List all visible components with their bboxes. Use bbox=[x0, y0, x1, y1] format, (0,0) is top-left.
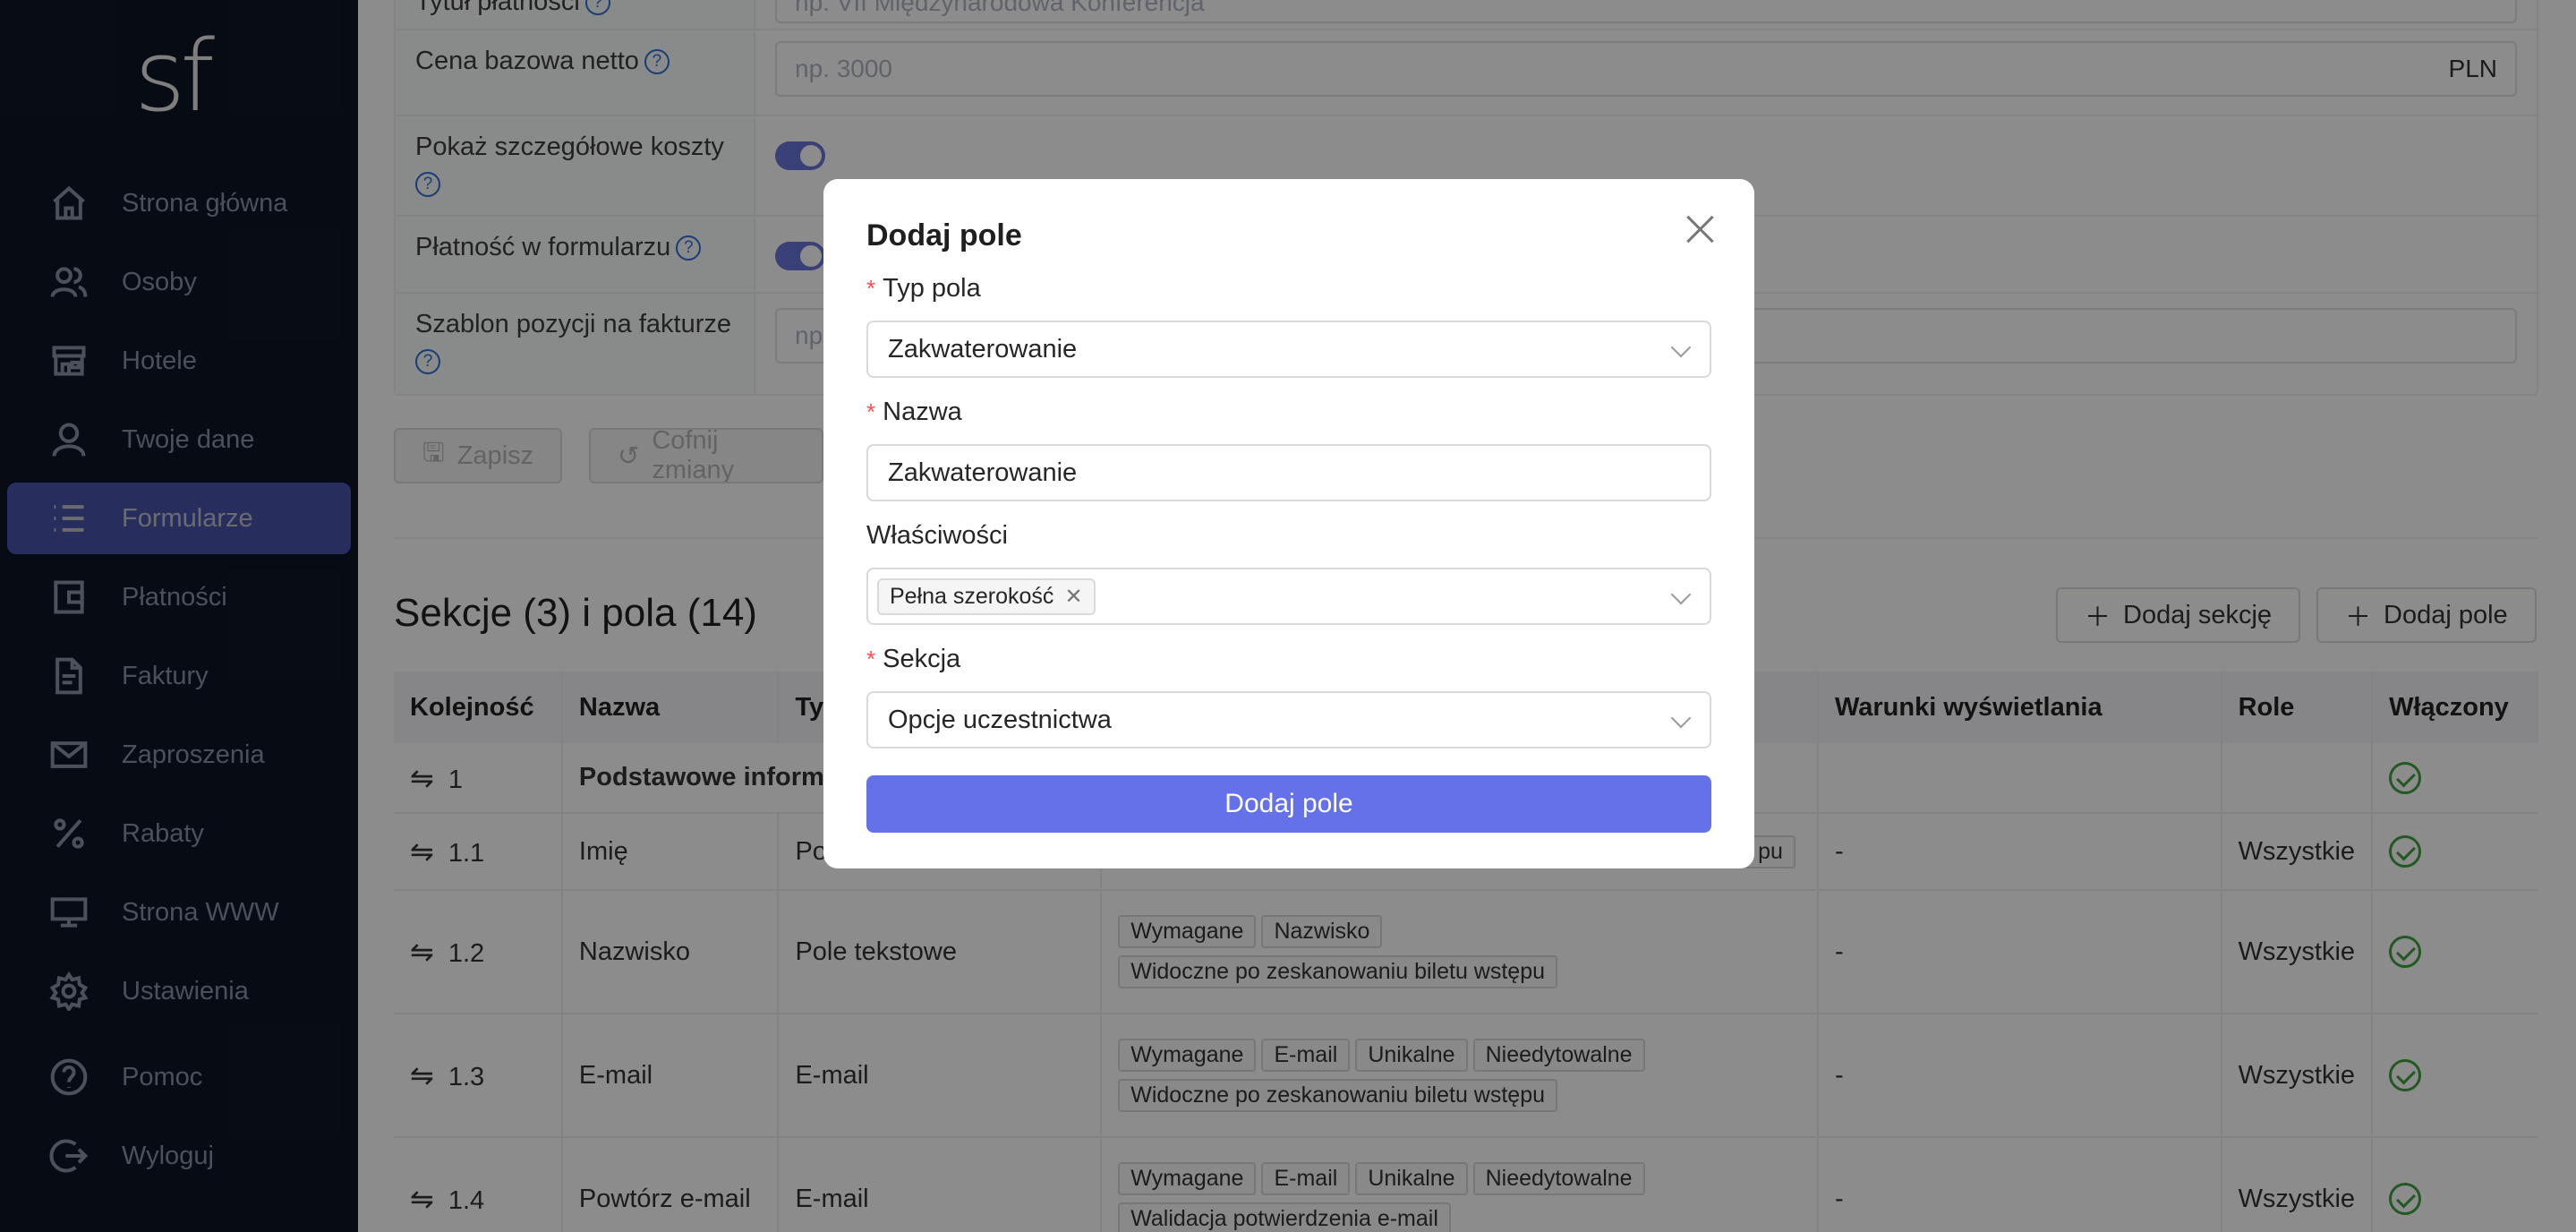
modal-title: Dodaj pole bbox=[866, 218, 1022, 252]
required-mark: * bbox=[866, 646, 876, 672]
chevron-down-icon bbox=[1670, 707, 1692, 729]
required-mark: * bbox=[866, 275, 876, 302]
submit-add-field-button[interactable]: Dodaj pole bbox=[866, 775, 1711, 833]
section-label: * Sekcja bbox=[866, 645, 961, 673]
properties-select[interactable]: Pełna szerokość ✕ bbox=[866, 568, 1711, 625]
chevron-down-icon bbox=[1670, 584, 1692, 605]
name-label: * Nazwa bbox=[866, 398, 962, 426]
chevron-down-icon bbox=[1670, 337, 1692, 358]
close-icon[interactable] bbox=[1683, 211, 1719, 247]
field-type-select[interactable]: Zakwaterowanie bbox=[866, 321, 1711, 378]
property-tag: Pełna szerokość ✕ bbox=[877, 578, 1096, 615]
remove-tag-icon[interactable]: ✕ bbox=[1064, 584, 1082, 610]
section-select[interactable]: Opcje uczestnictwa bbox=[866, 691, 1711, 749]
name-input[interactable]: Zakwaterowanie bbox=[866, 444, 1711, 501]
properties-label: Właściwości bbox=[866, 521, 1008, 550]
required-mark: * bbox=[866, 398, 876, 425]
field-type-label: * Typ pola bbox=[866, 274, 981, 303]
add-field-modal: Dodaj pole * Typ pola Zakwaterowanie * Naz… bbox=[823, 179, 1754, 868]
